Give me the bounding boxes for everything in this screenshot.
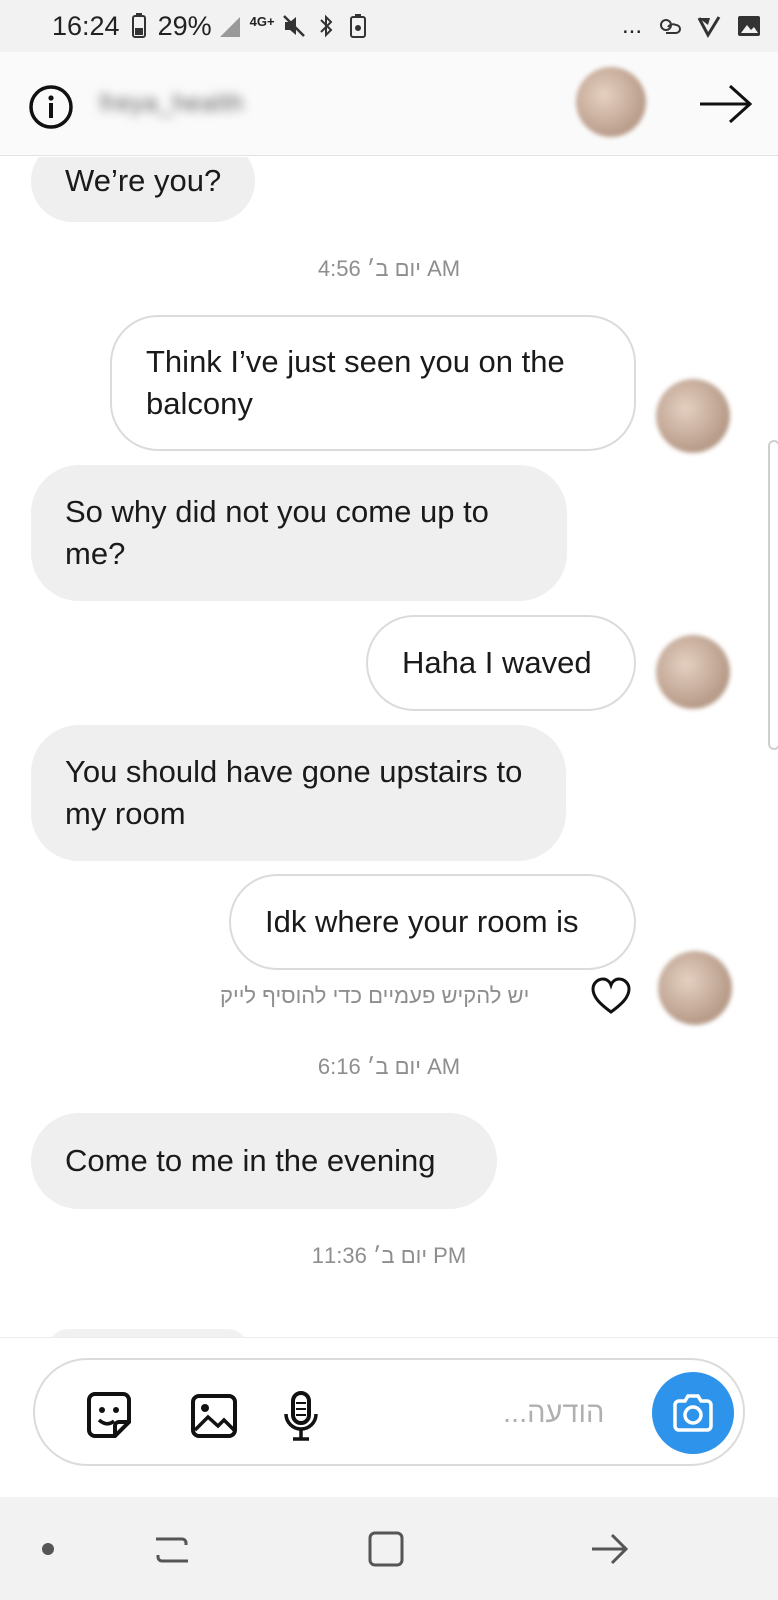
back-icon[interactable] [588, 1527, 632, 1571]
recents-icon[interactable] [150, 1527, 194, 1571]
chat-header: freya_health [0, 52, 778, 156]
scrollbar-handle[interactable] [768, 440, 778, 750]
timestamp: יום ב׳ 4:56 AM [317, 256, 461, 281]
info-icon[interactable] [28, 84, 74, 130]
composer-area: הודעה... [0, 1337, 778, 1497]
contact-avatar[interactable] [576, 67, 646, 137]
message-input-placeholder[interactable]: הודעה... [503, 1397, 604, 1430]
gallery-icon[interactable] [188, 1390, 240, 1442]
dot-icon [42, 1543, 54, 1555]
timestamp: יום ב׳ 11:36 PM [311, 1243, 467, 1268]
camera-icon [673, 1394, 713, 1432]
status-more: ... [621, 12, 642, 39]
signal-icon [219, 17, 240, 37]
chat-username[interactable]: freya_health [100, 90, 244, 118]
sender-avatar [656, 379, 730, 453]
weather-icon [660, 19, 681, 34]
mute-icon [282, 15, 305, 37]
message-text: We’re you? [65, 163, 222, 198]
message-text: So why did not you come up to me? [65, 494, 489, 571]
message-composer[interactable]: הודעה... [33, 1358, 745, 1466]
message-incoming[interactable]: So why did not you come up to me? [31, 465, 567, 601]
message-outgoing[interactable]: Idk where your room is [229, 874, 636, 970]
message-incoming-partial [48, 1329, 248, 1337]
sticker-icon[interactable] [83, 1390, 135, 1442]
arrow-right-icon[interactable] [698, 82, 754, 126]
checkbox-icon [697, 16, 721, 39]
message-outgoing[interactable]: Think I’ve just seen you on the balcony [110, 315, 636, 451]
gallery-icon [738, 16, 760, 36]
message-incoming[interactable]: You should have gone upstairs to my room [31, 725, 566, 861]
message-incoming[interactable]: Come to me in the evening [31, 1113, 497, 1209]
heart-icon[interactable] [590, 977, 632, 1015]
message-text: Think I’ve just seen you on the balcony [146, 344, 565, 421]
network-4g-icon: 4G+ [249, 13, 275, 29]
message-text: Idk where your room is [265, 904, 579, 939]
status-bar: 16:24 29% 4G+ ... [0, 0, 778, 52]
battery-percent: 29% [157, 10, 212, 41]
message-text: Come to me in the evening [65, 1143, 436, 1178]
bluetooth-icon [319, 14, 332, 38]
double-tap-like-hint: יש להקיש פעמיים כדי להוסיף לייק [220, 983, 530, 1008]
sender-avatar [656, 635, 730, 709]
message-list[interactable]: We’re you? יום ב׳ 4:56 AM Think I’ve jus… [0, 157, 778, 1337]
camera-button[interactable] [652, 1372, 734, 1454]
home-icon[interactable] [364, 1527, 408, 1571]
message-text: Haha I waved [402, 645, 592, 680]
status-time: 16:24 [52, 10, 120, 41]
message-text: You should have gone upstairs to my room [65, 754, 523, 831]
battery-icon [131, 13, 146, 38]
message-incoming[interactable]: We’re you? [31, 157, 256, 222]
system-nav-bar [0, 1497, 778, 1600]
microphone-icon[interactable] [275, 1390, 327, 1442]
storage-icon [349, 14, 366, 38]
sender-avatar [658, 951, 732, 1025]
message-outgoing[interactable]: Haha I waved [366, 615, 636, 711]
timestamp: יום ב׳ 6:16 AM [317, 1054, 461, 1079]
